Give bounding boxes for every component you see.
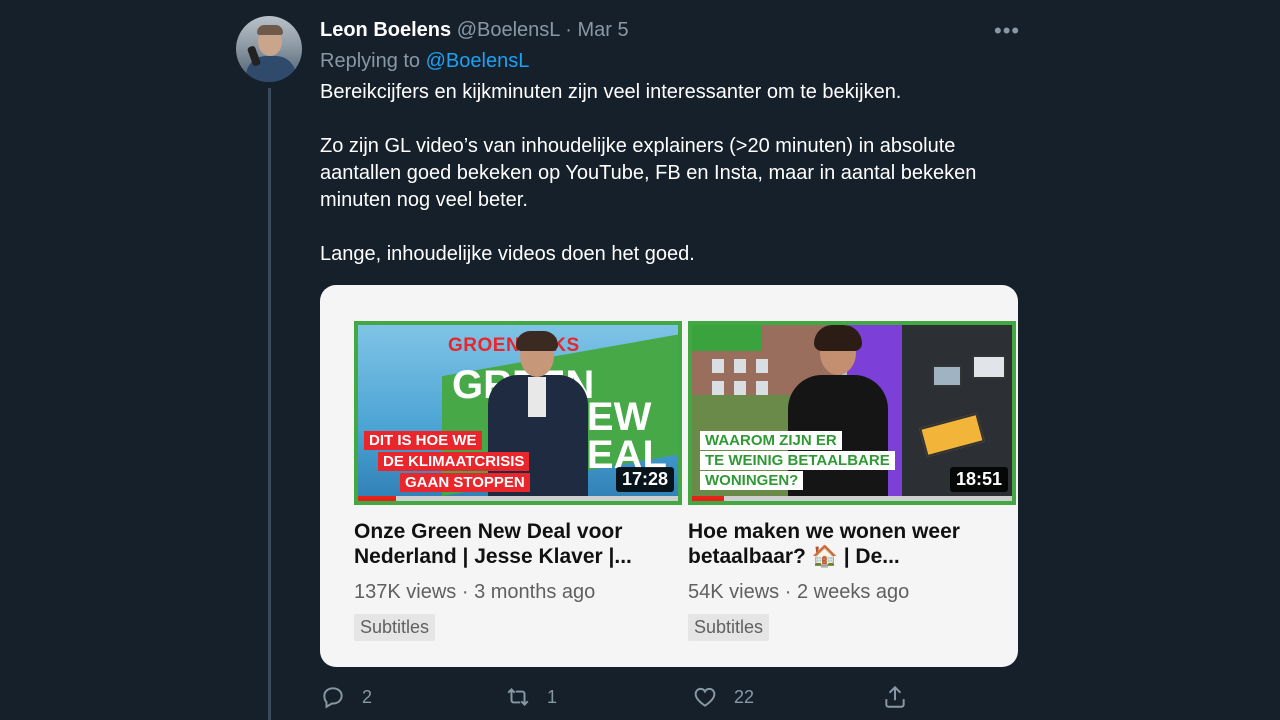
tweet-header: Leon Boelens @BoelensL · Mar 5 (320, 19, 629, 42)
author-name[interactable]: Leon Boelens (320, 19, 451, 41)
video-views: 54K views (688, 581, 780, 603)
video-age: 3 months ago (474, 581, 596, 603)
tweet-paragraph: Bereikcijfers en kijkminuten zijn veel i… (320, 81, 902, 103)
reply-button[interactable]: 2 (320, 684, 372, 710)
watch-progress-bar (358, 496, 678, 501)
watch-progress-bar (692, 496, 1012, 501)
replying-handle-link[interactable]: @BoelensL (426, 50, 530, 72)
retweet-count: 1 (547, 686, 558, 707)
video-card[interactable]: GROENLINKS GREEN NEW DEAL DIT IS HOE WE … (354, 321, 682, 641)
replying-prefix: Replying to (320, 50, 421, 72)
video-views: 137K views (354, 581, 457, 603)
video-card[interactable]: WAAROM ZIJN ER TE WEINIG BETAALBARE WONI… (688, 321, 1016, 641)
tweet-paragraph: Zo zijn GL video’s van inhoudelijke expl… (320, 135, 977, 211)
reply-count: 2 (362, 686, 373, 707)
thumbnail-caption: DIT IS HOE WE (364, 431, 482, 450)
subtitles-badge: Subtitles (354, 614, 436, 641)
more-options-icon[interactable]: ••• (994, 18, 1020, 44)
tweet-text: Bereikcijfers en kijkminuten zijn veel i… (320, 79, 1020, 295)
share-button[interactable] (882, 684, 924, 710)
thumbnail-caption: WAAROM ZIJN ER (700, 431, 842, 450)
video-thumbnail[interactable]: WAAROM ZIJN ER TE WEINIG BETAALBARE WONI… (688, 321, 1016, 505)
video-duration: 17:28 (615, 467, 674, 492)
watch-progress-fill (358, 496, 397, 501)
thumbnail-caption: WONINGEN? (700, 471, 804, 490)
video-title[interactable]: Onze Green New Deal voor Nederland | Jes… (354, 519, 682, 569)
thread-line (268, 88, 271, 720)
video-meta: 137K views · 3 months ago (354, 581, 682, 604)
reply-icon (323, 687, 343, 709)
like-count: 22 (734, 686, 755, 707)
video-meta: 54K views · 2 weeks ago (688, 581, 1016, 604)
share-icon (885, 685, 905, 708)
heart-icon (694, 687, 716, 707)
header-separator: · (565, 19, 572, 41)
avatar[interactable] (236, 16, 302, 82)
meta-separator: · (784, 581, 792, 603)
meta-separator: · (461, 581, 469, 603)
thumbnail-caption: DE KLIMAATCRISIS (378, 452, 530, 471)
youtube-embed-card: GROENLINKS GREEN NEW DEAL DIT IS HOE WE … (320, 285, 1018, 667)
video-duration: 18:51 (949, 467, 1008, 492)
video-age: 2 weeks ago (796, 581, 910, 603)
watch-progress-fill (692, 496, 724, 501)
thumbnail-caption: TE WEINIG BETAALBARE (700, 451, 895, 470)
thumbnail-caption: GAAN STOPPEN (400, 473, 530, 492)
video-thumbnail[interactable]: GROENLINKS GREEN NEW DEAL DIT IS HOE WE … (354, 321, 682, 505)
like-button[interactable]: 22 (692, 684, 754, 710)
thumbnail-topbar-shape (692, 325, 762, 351)
replying-to: Replying to @BoelensL (320, 50, 529, 73)
avatar-hair-shape (257, 25, 283, 35)
retweet-icon (507, 688, 529, 706)
author-handle[interactable]: @BoelensL (457, 19, 560, 41)
video-title[interactable]: Hoe maken we wonen weer betaalbaar? 🏠 | … (688, 519, 1016, 569)
retweet-button[interactable]: 1 (505, 684, 557, 710)
tweet-date[interactable]: Mar 5 (577, 19, 628, 41)
tweet-paragraph: Lange, inhoudelijke videos doen het goed… (320, 243, 695, 265)
tweet-actions: 2 1 22 (0, 684, 1280, 714)
subtitles-badge: Subtitles (688, 614, 770, 641)
